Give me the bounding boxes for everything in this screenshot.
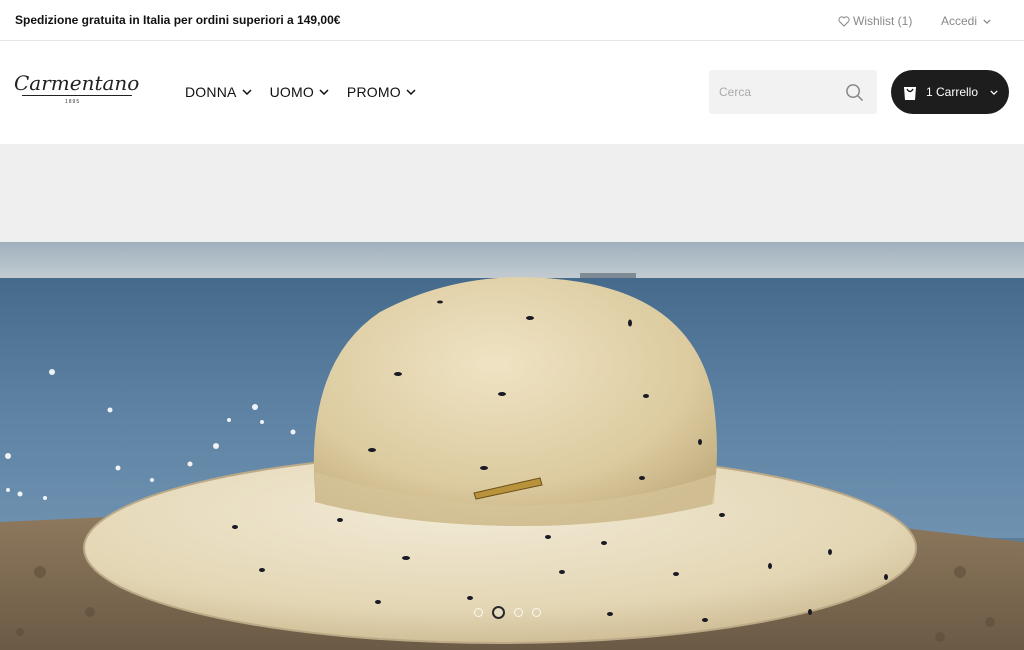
search-icon[interactable] — [845, 83, 864, 102]
logo-year: 1895 — [65, 99, 81, 105]
main-nav: DONNA UOMO PROMO — [185, 84, 416, 100]
announcement-bar: Spedizione gratuita in Italia per ordini… — [0, 0, 1024, 41]
slide-dot[interactable] — [514, 608, 523, 617]
nav-item-label: UOMO — [269, 84, 314, 100]
slide-dot[interactable] — [474, 608, 483, 617]
chevron-down-icon — [242, 89, 252, 95]
slide-dot[interactable] — [532, 608, 541, 617]
promo-strip — [0, 144, 1024, 242]
logo-text: Carmentano — [14, 71, 140, 95]
nav-item-donna[interactable]: DONNA — [185, 84, 252, 100]
chevron-down-icon — [319, 89, 329, 95]
search-input[interactable] — [709, 70, 839, 114]
hero-slider[interactable] — [0, 242, 1024, 650]
hero-image — [0, 242, 1024, 650]
chevron-down-icon — [406, 89, 416, 95]
nav-item-uomo[interactable]: UOMO — [270, 84, 329, 100]
site-header: Carmentano 1895 DONNA UOMO PROMO 1 Carre… — [0, 41, 1024, 144]
shopping-bag-icon — [904, 86, 916, 100]
login-dropdown[interactable]: Accedi — [941, 14, 991, 28]
slide-dot-active[interactable] — [492, 606, 505, 619]
search-box — [709, 70, 877, 114]
logo-underline — [22, 95, 132, 96]
wishlist-link[interactable]: Wishlist (1) — [838, 14, 912, 28]
brand-logo[interactable]: Carmentano 1895 — [14, 71, 140, 112]
wishlist-label: Wishlist (1) — [853, 14, 913, 28]
chevron-down-icon — [990, 89, 998, 95]
nav-item-promo[interactable]: PROMO — [347, 84, 416, 100]
heart-icon — [838, 15, 850, 27]
nav-item-label: PROMO — [346, 84, 401, 100]
nav-item-label: DONNA — [185, 84, 237, 100]
chevron-down-icon — [983, 18, 991, 24]
login-label: Accedi — [941, 14, 978, 28]
cart-button[interactable]: 1 Carrello — [891, 70, 1009, 114]
slider-pagination — [474, 606, 541, 619]
free-shipping-notice: Spedizione gratuita in Italia per ordini… — [15, 13, 341, 27]
cart-label: 1 Carrello — [926, 85, 979, 99]
